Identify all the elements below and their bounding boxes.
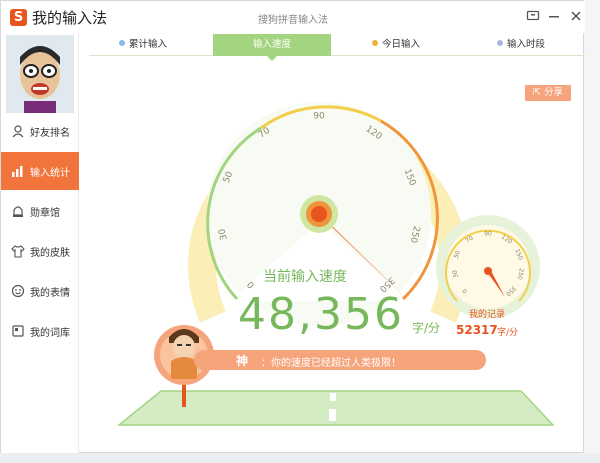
gauge-hub-center bbox=[311, 206, 327, 222]
mascot-face bbox=[173, 335, 195, 359]
road-dash bbox=[329, 409, 336, 421]
record-gauge-hub bbox=[484, 267, 492, 275]
current-speed-label: 当前输入速度 bbox=[263, 269, 347, 285]
banner-title: 神 bbox=[236, 354, 249, 368]
record-value: 52317 bbox=[456, 323, 498, 337]
record-label: 我的记录 bbox=[468, 310, 505, 320]
record-unit: 字/分 bbox=[497, 328, 519, 338]
gauge-tick-label: 90 bbox=[313, 112, 325, 122]
road-dash bbox=[330, 393, 336, 401]
mascot-eye bbox=[186, 344, 191, 346]
current-speed-unit: 字/分 bbox=[412, 321, 441, 335]
mascot-eye bbox=[177, 344, 182, 346]
gauge-tick-label: 90 bbox=[484, 231, 492, 238]
current-speed-value: 48,356 bbox=[238, 289, 404, 340]
app-window: S 我的输入法 搜狗拼音输入法 好友排名 输入统计 勋章馆 我的皮肤 我的表情 … bbox=[0, 0, 585, 454]
banner-message: ：你的速度已经超过人类极限！ bbox=[261, 358, 401, 369]
speedometer-graphic: 030507090120150250350 030507090 120150250… bbox=[116, 102, 555, 426]
taskbar-strip bbox=[0, 453, 600, 463]
